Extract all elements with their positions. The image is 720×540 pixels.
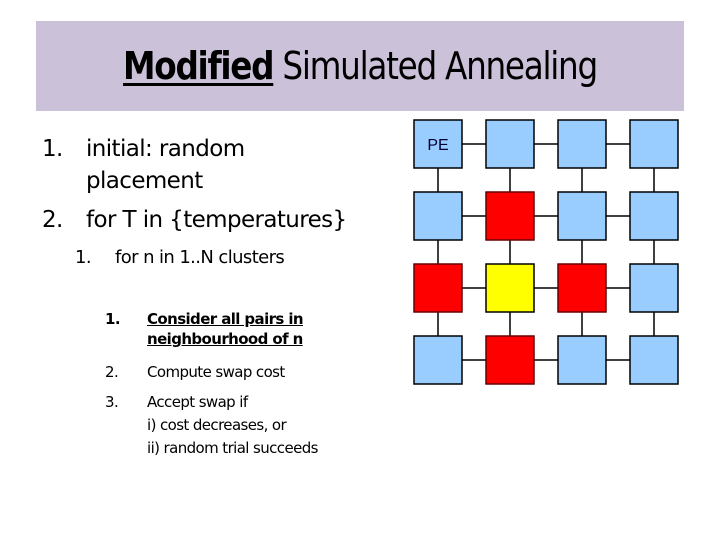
pe-label: PE — [427, 137, 448, 154]
pe-cell-normal — [557, 119, 607, 169]
pe-cell-normal — [557, 191, 607, 241]
pe-cell-normal — [557, 335, 607, 385]
pe-cell-normal — [485, 119, 535, 169]
pe-cell-neighbour — [413, 263, 463, 313]
pe-cell-normal — [629, 335, 679, 385]
pe-grid-diagram: PE — [413, 119, 679, 385]
pe-cell-current — [485, 263, 535, 313]
pe-cell-neighbour — [557, 263, 607, 313]
pe-cell-normal — [629, 263, 679, 313]
pe-cell-neighbour — [485, 191, 535, 241]
pe-cell-neighbour — [485, 335, 535, 385]
pe-cell-normal — [413, 335, 463, 385]
pe-cell-normal — [629, 191, 679, 241]
pe-cell-normal — [629, 119, 679, 169]
pe-cell-normal — [413, 191, 463, 241]
